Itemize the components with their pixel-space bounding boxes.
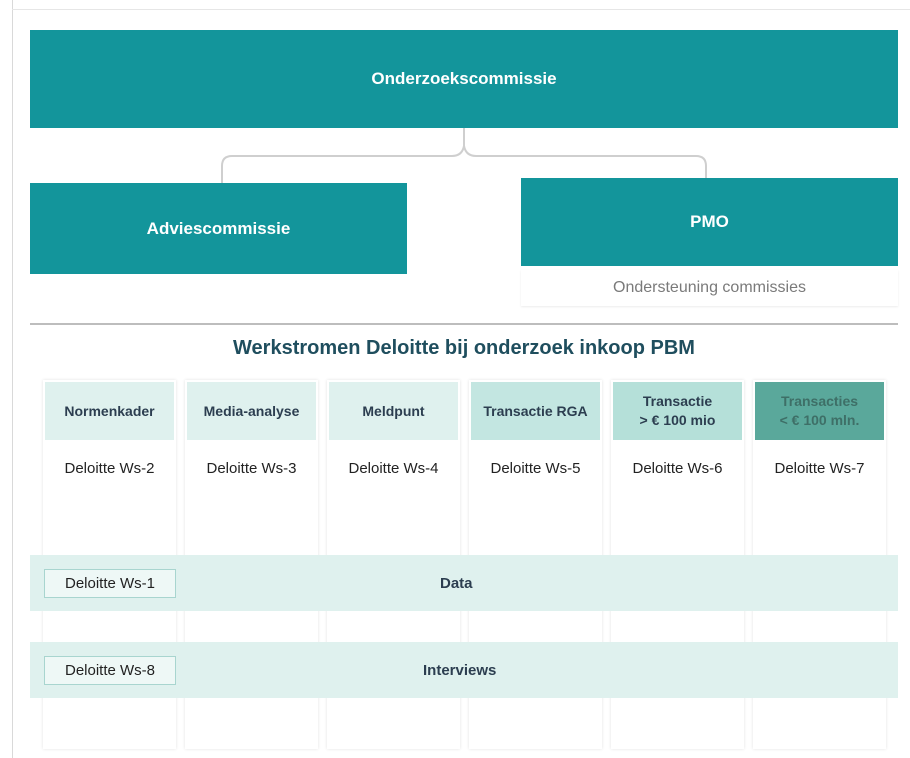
data-band: Deloitte Ws-1 Data — [30, 555, 898, 611]
workstream-header: Normenkader — [45, 382, 174, 440]
workstream-id: Deloitte Ws-7 — [774, 460, 865, 477]
workstream-id: Deloitte Ws-4 — [348, 460, 439, 477]
adviescommissie-label: Adviescommissie — [146, 218, 291, 238]
workstream-header: Transacties < € 100 mln. — [755, 382, 884, 440]
workstream-id: Deloitte Ws-3 — [206, 460, 297, 477]
workstream-header: Transactie > € 100 mio — [613, 382, 742, 440]
workstream-id: Deloitte Ws-5 — [490, 460, 581, 477]
data-band-tag: Deloitte Ws-1 — [44, 569, 176, 598]
workstream-header: Transactie RGA — [471, 382, 600, 440]
section-divider — [30, 323, 898, 325]
interviews-band: Deloitte Ws-8 Interviews — [30, 642, 898, 698]
frame-border-top — [12, 9, 910, 10]
adviescommissie-box: Adviescommissie — [30, 183, 407, 274]
frame-border-left — [12, 0, 13, 758]
interviews-band-tag: Deloitte Ws-8 — [44, 656, 176, 685]
interviews-band-label: Interviews — [423, 661, 497, 679]
pmo-label: PMO — [690, 212, 729, 231]
pmo-box: PMO — [521, 178, 898, 266]
workstream-id: Deloitte Ws-2 — [64, 460, 155, 477]
onderzoekscommissie-label: Onderzoekscommissie — [371, 69, 557, 88]
workstream-id: Deloitte Ws-6 — [632, 460, 723, 477]
onderzoekscommissie-box: Onderzoekscommissie — [30, 30, 898, 128]
section-title: Werkstromen Deloitte bij onderzoek inkoo… — [233, 337, 695, 359]
data-band-label: Data — [440, 574, 473, 592]
workstream-header: Media-analyse — [187, 382, 316, 440]
pmo-subtitle: Ondersteuning commissies — [521, 270, 898, 306]
workstream-header: Meldpunt — [329, 382, 458, 440]
